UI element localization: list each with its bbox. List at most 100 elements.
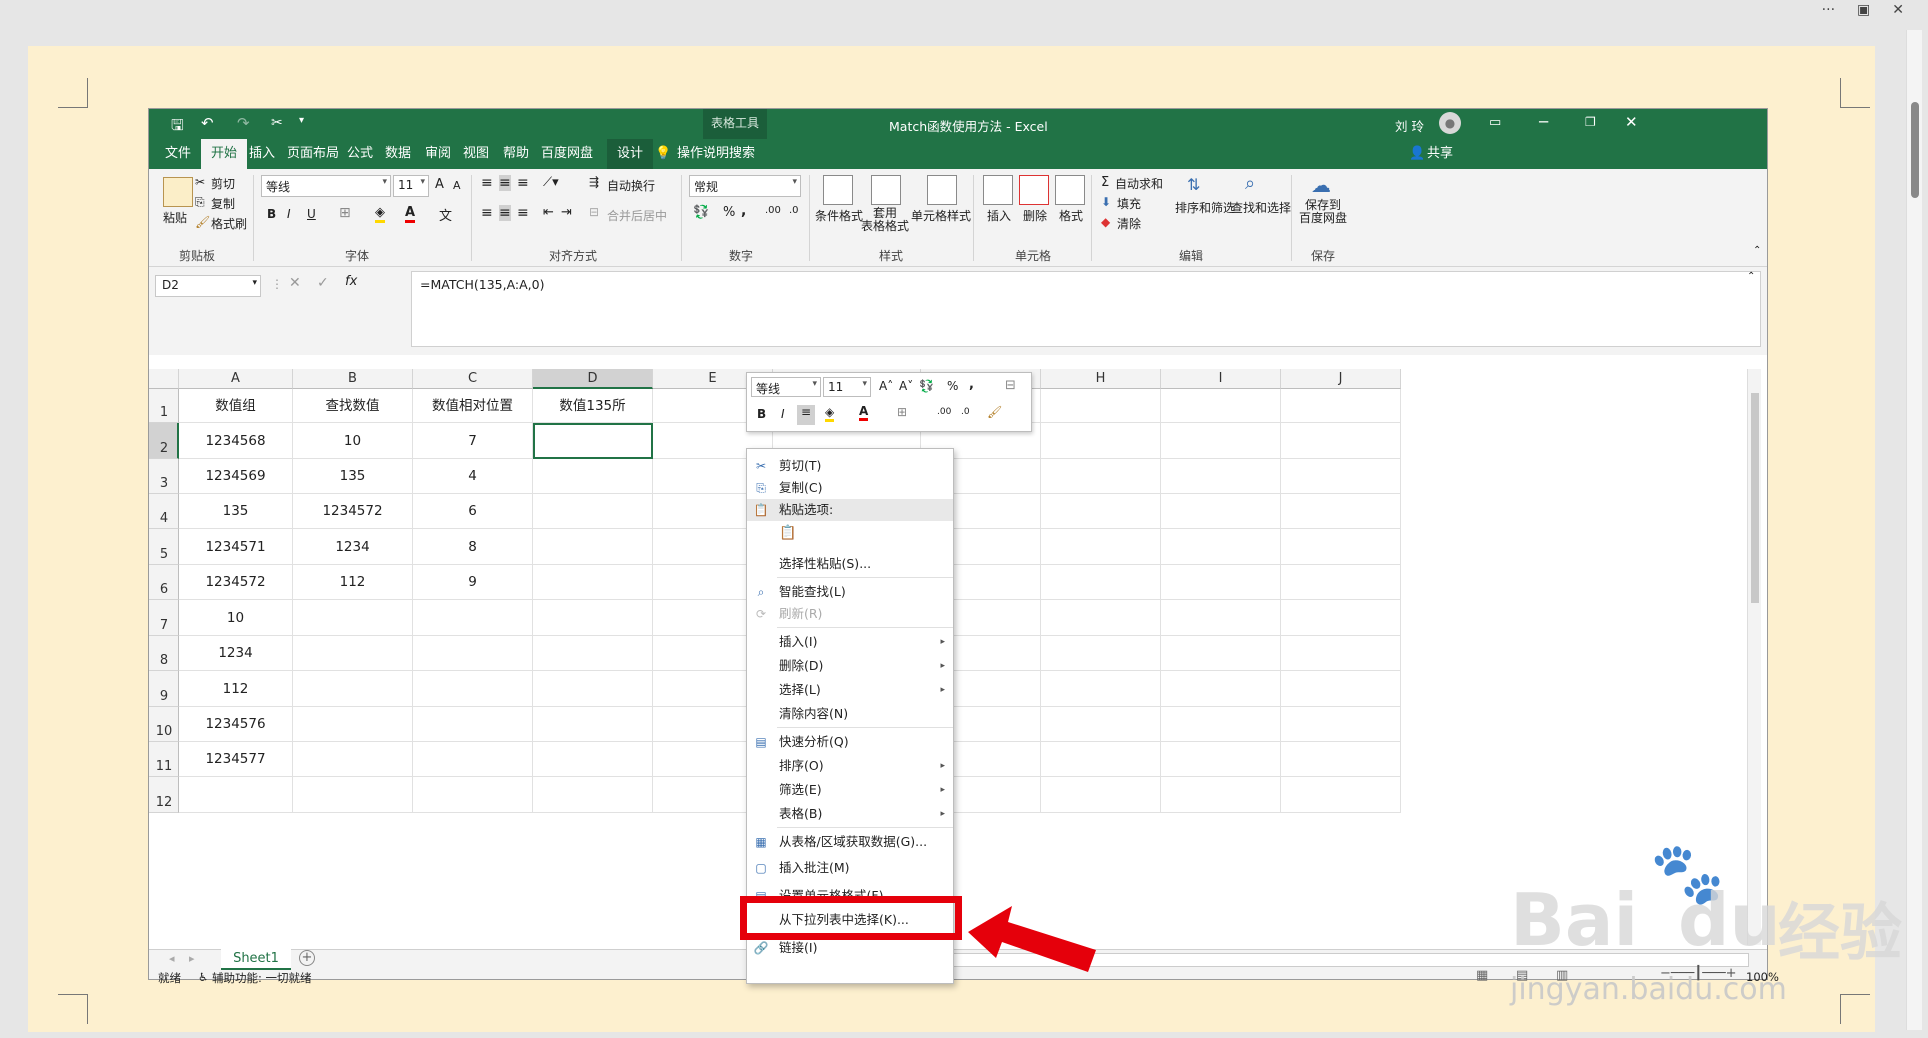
column-header-C[interactable]: C [413,369,533,389]
insert-function-icon[interactable]: fx [345,274,357,289]
cell-D6[interactable] [533,565,653,600]
cell-A7[interactable]: 10 [179,600,293,636]
mini-size-combo[interactable]: 11 ▾ [823,377,871,397]
menu-item-paste-special[interactable]: 选择性粘贴(S)... [747,553,953,575]
avatar[interactable]: ● [1439,112,1461,134]
column-header-J[interactable]: J [1281,369,1401,389]
cell-H4[interactable] [1041,494,1161,529]
cell-D3[interactable] [533,459,653,494]
cell-J4[interactable] [1281,494,1401,529]
align-bottom-icon[interactable]: ≡ [517,175,529,191]
enter-icon[interactable]: ✓ [317,275,329,291]
wrap-text-icon[interactable]: ⇶ [589,175,599,189]
cell-I5[interactable] [1161,529,1281,565]
mini-comma-button[interactable]: , [969,377,974,392]
cell-H10[interactable] [1041,707,1161,742]
delete-cells-button[interactable]: 删除 [1023,207,1047,224]
cell-I12[interactable] [1161,777,1281,813]
cell-A12[interactable] [179,777,293,813]
cell-D2[interactable] [533,423,653,459]
restore-icon[interactable]: ▣ [1857,2,1870,18]
cell-I8[interactable] [1161,636,1281,671]
underline-button[interactable]: U [307,207,316,221]
normal-view-icon[interactable]: ▦ [1476,968,1488,983]
cell-B9[interactable] [293,671,413,707]
cell-J10[interactable] [1281,707,1401,742]
menu-item-clear-contents[interactable]: 清除内容(N) [747,703,953,725]
cell-D11[interactable] [533,742,653,777]
cell-styles-button[interactable]: 单元格样式 [911,207,971,224]
decrease-decimal-icon[interactable]: .0 [789,205,799,216]
cell-C11[interactable] [413,742,533,777]
merge-center-button[interactable]: 合并后居中 [607,207,667,224]
row-header[interactable]: 3 [149,459,179,494]
copy-button[interactable]: 复制 [211,195,235,212]
more-icon[interactable]: ··· [1822,2,1835,18]
cell-J12[interactable] [1281,777,1401,813]
cell-D8[interactable] [533,636,653,671]
column-header-D[interactable]: D [533,369,653,389]
insert-cells-button[interactable]: 插入 [987,207,1011,224]
mini-font-combo[interactable]: 等线 ▾ [751,377,821,397]
cell-D10[interactable] [533,707,653,742]
cell-I1[interactable] [1161,389,1281,423]
menu-item-smart-lookup[interactable]: ⌕ 智能查找(L) [747,581,953,603]
column-header-A[interactable]: A [179,369,293,389]
mini-decrease-decimal-icon[interactable]: .0 [961,407,970,417]
menu-item-copy[interactable]: ⎘ 复制(C) [747,477,953,499]
cell-C2[interactable]: 7 [413,423,533,459]
sort-filter-button[interactable]: 排序和筛选 [1175,199,1235,216]
row-header[interactable]: 2 [149,423,179,459]
mini-currency-icon[interactable]: 💱 [919,379,934,393]
cell-H9[interactable] [1041,671,1161,707]
save-icon[interactable]: 🖫 [171,115,184,140]
fill-color-icon[interactable]: ◈ [375,205,385,223]
cell-C4[interactable]: 6 [413,494,533,529]
cell-D12[interactable] [533,777,653,813]
cell-H3[interactable] [1041,459,1161,494]
cell-I7[interactable] [1161,600,1281,636]
clear-icon[interactable]: ◆ [1101,215,1110,229]
row-header[interactable]: 11 [149,742,179,777]
row-header[interactable]: 7 [149,600,179,636]
tell-me-search[interactable]: 操作说明搜索 [677,139,755,169]
cell-A5[interactable]: 1234571 [179,529,293,565]
cell-B7[interactable] [293,600,413,636]
collapse-formula-bar-icon[interactable]: ⌃ [1747,271,1755,282]
shrink-font-button[interactable]: A [453,179,461,192]
cell-H6[interactable] [1041,565,1161,600]
cell-H12[interactable] [1041,777,1161,813]
tab-formulas[interactable]: 公式 [347,139,373,169]
clear-button[interactable]: 清除 [1117,215,1141,232]
add-sheet-icon[interactable]: + [299,950,315,966]
format-as-table-button[interactable]: 套用 表格格式 [861,207,909,233]
cell-H5[interactable] [1041,529,1161,565]
grow-font-button[interactable]: A [435,177,444,192]
menu-item-delete[interactable]: 删除(D) ▸ [747,655,953,677]
cell-B2[interactable]: 10 [293,423,413,459]
cell-C8[interactable] [413,636,533,671]
format-painter-icon[interactable]: 🖌 [195,215,210,229]
cell-J11[interactable] [1281,742,1401,777]
conditional-format-button[interactable]: 条件格式 [815,207,863,224]
cell-D5[interactable] [533,529,653,565]
column-header-H[interactable]: H [1041,369,1161,389]
increase-indent-icon[interactable]: ⇥ [561,205,572,220]
autosum-icon[interactable]: Σ [1101,175,1109,190]
undo-icon[interactable]: ↶ [201,114,214,132]
cell-C1[interactable]: 数值相对位置 [413,389,533,423]
mini-align-center-icon[interactable]: ≡ [797,405,815,425]
cut-icon[interactable]: ✂ [195,175,205,189]
cell-J2[interactable] [1281,423,1401,459]
tab-data[interactable]: 数据 [385,139,411,169]
cell-B12[interactable] [293,777,413,813]
status-accessibility[interactable]: 辅助功能: 一切就绪 [212,970,312,986]
cell-B3[interactable]: 135 [293,459,413,494]
cell-H2[interactable] [1041,423,1161,459]
align-left-icon[interactable]: ≡ [481,205,493,221]
row-header[interactable]: 4 [149,494,179,529]
menu-item-get-data-from-table[interactable]: ▦ 从表格/区域获取数据(G)... [747,831,953,853]
font-color-icon[interactable]: A [405,205,416,223]
increase-decimal-icon[interactable]: .00 [765,205,781,216]
cell-D1[interactable]: 数值135所 [533,389,653,423]
